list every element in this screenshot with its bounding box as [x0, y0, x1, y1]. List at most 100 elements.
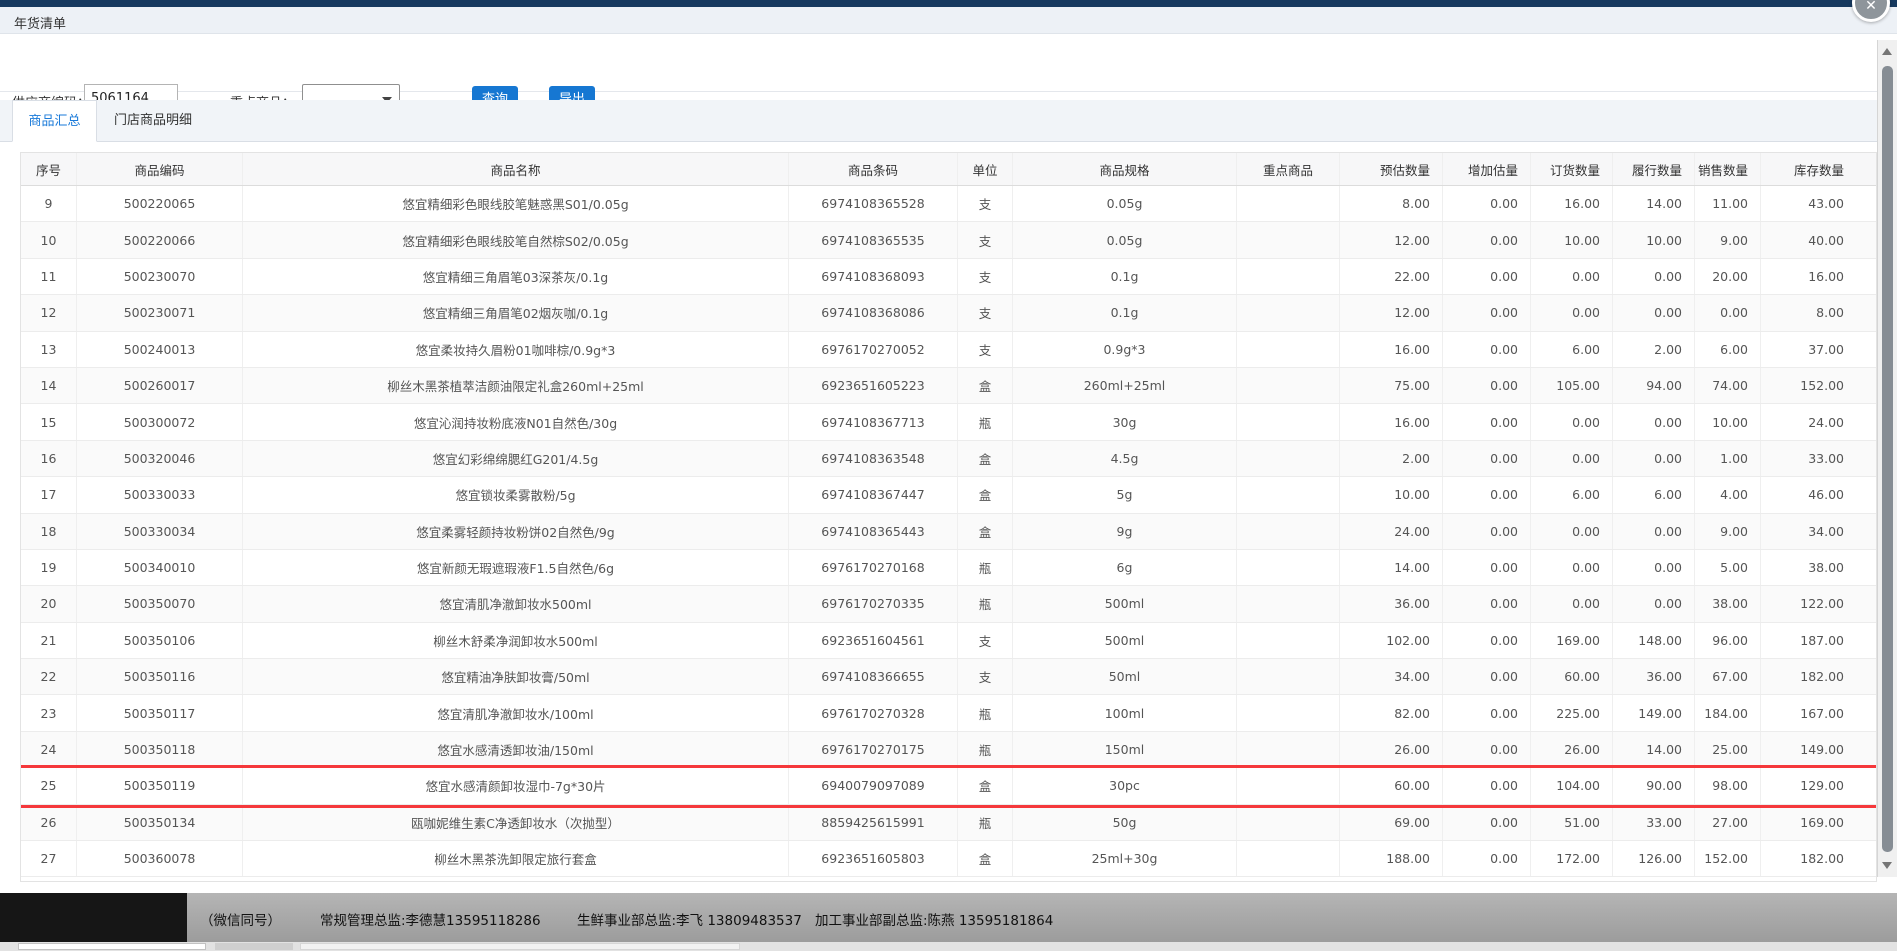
table-cell: 82.00: [1340, 695, 1443, 730]
table-cell: 0.00: [1613, 550, 1695, 585]
vertical-scrollbar[interactable]: [1877, 40, 1897, 877]
table-cell: 悠宜精细彩色眼线胶笔自然棕S02/0.05g: [243, 222, 789, 257]
footer-contact-bar: （微信同号） 常规管理总监:李德慧13595118286 生鲜事业部总监:李飞 …: [187, 893, 1897, 942]
table-header-row: 序号商品编码商品名称商品条码单位商品规格重点商品预估数量增加估量订货数量履行数量…: [21, 153, 1876, 186]
table-cell: 5.00: [1695, 550, 1761, 585]
tab-product-summary[interactable]: 商品汇总: [12, 100, 97, 142]
table-cell: 60.00: [1340, 768, 1443, 803]
table-cell: 0.00: [1613, 514, 1695, 549]
table-cell: 14.00: [1613, 732, 1695, 767]
table-cell: [1237, 222, 1340, 257]
table-cell: [1237, 623, 1340, 658]
table-cell: 260ml+25ml: [1013, 368, 1237, 403]
table-cell: 24: [21, 732, 77, 767]
table-cell: 6974108368086: [789, 295, 958, 330]
table-cell: 14.00: [1613, 186, 1695, 221]
table-row[interactable]: 21500350106柳丝木舒柔净润卸妆水500ml6923651604561支…: [21, 623, 1876, 659]
table-cell: [1237, 659, 1340, 694]
table-row[interactable]: 11500230070悠宜精细三角眉笔03深茶灰/0.1g69741083680…: [21, 259, 1876, 295]
table-cell: 盒: [958, 841, 1013, 876]
table-row[interactable]: 23500350117悠宜清肌净澈卸妆水/100ml6976170270328瓶…: [21, 695, 1876, 731]
table-row[interactable]: 16500320046悠宜幻彩绵绵腮红G201/4.5g697410836354…: [21, 441, 1876, 477]
table-cell: 0.00: [1443, 404, 1531, 439]
table-cell: 122.00: [1761, 586, 1876, 621]
table-cell: 0.00: [1443, 805, 1531, 840]
table-cell: 9: [21, 186, 77, 221]
table-cell: 10.00: [1531, 222, 1613, 257]
scroll-up-icon[interactable]: [1882, 48, 1892, 55]
table-cell: 75.00: [1340, 368, 1443, 403]
table-row-highlighted[interactable]: 25500350119悠宜水感清颜卸妆湿巾-7g*30片694007909708…: [21, 768, 1876, 804]
table-cell: 支: [958, 259, 1013, 294]
table-cell: 8.00: [1340, 186, 1443, 221]
table-row[interactable]: 26500350134瓯咖妮维生素C净透卸妆水（次抛型）885942561599…: [21, 805, 1876, 841]
table-row[interactable]: 27500360078柳丝木黑茶洗卸限定旅行套盒6923651605803盒25…: [21, 841, 1876, 877]
scroll-down-icon[interactable]: [1882, 862, 1892, 869]
table-cell: 104.00: [1531, 768, 1613, 803]
table-cell: 17: [21, 477, 77, 512]
table-row[interactable]: 18500330034悠宜柔雾轻颜持妆粉饼02自然色/9g69741083654…: [21, 514, 1876, 550]
table-cell: 悠宜精细三角眉笔02烟灰咖/0.1g: [243, 295, 789, 330]
table-cell: 225.00: [1531, 695, 1613, 730]
table-cell: 盒: [958, 441, 1013, 476]
table-cell: [1237, 550, 1340, 585]
table-cell: 0.00: [1443, 659, 1531, 694]
table-cell: 0.00: [1443, 550, 1531, 585]
table-cell: 16.00: [1531, 186, 1613, 221]
table-cell: 0.00: [1531, 295, 1613, 330]
table-cell: 37.00: [1761, 332, 1876, 367]
table-cell: 25.00: [1695, 732, 1761, 767]
table-cell: 169.00: [1761, 805, 1876, 840]
table-cell: 14.00: [1340, 550, 1443, 585]
table-cell: 25ml+30g: [1013, 841, 1237, 876]
table-cell: 129.00: [1761, 768, 1876, 803]
table-cell: 23: [21, 695, 77, 730]
table-row[interactable]: 17500330033悠宜锁妆柔雾散粉/5g6974108367447盒5g10…: [21, 477, 1876, 513]
table-cell: 500ml: [1013, 623, 1237, 658]
table-cell: 188.00: [1340, 841, 1443, 876]
table-cell: 6976170270052: [789, 332, 958, 367]
table-cell: [1237, 514, 1340, 549]
table-cell: 0.00: [1613, 259, 1695, 294]
table-cell: 支: [958, 659, 1013, 694]
table-row[interactable]: 9500220065悠宜精细彩色眼线胶笔魅惑黑S01/0.05g69741083…: [21, 186, 1876, 222]
scrollbar-thumb[interactable]: [1882, 66, 1893, 852]
table-row[interactable]: 24500350118悠宜水感清透卸妆油/150ml6976170270175瓶…: [21, 732, 1876, 768]
table-row[interactable]: 12500230071悠宜精细三角眉笔02烟灰咖/0.1g69741083680…: [21, 295, 1876, 331]
table-cell: 0.00: [1531, 259, 1613, 294]
table-cell: 67.00: [1695, 659, 1761, 694]
footer-contact-fresh-director: 生鲜事业部总监:李飞 13809483537: [577, 909, 802, 929]
tab-store-product-detail[interactable]: 门店商品明细: [97, 100, 209, 142]
table-row[interactable]: 10500220066悠宜精细彩色眼线胶笔自然棕S02/0.05g6974108…: [21, 222, 1876, 258]
table-cell: 5g: [1013, 477, 1237, 512]
table-cell: [1237, 441, 1340, 476]
table-cell: 0.00: [1531, 550, 1613, 585]
table-cell: 0.9g*3: [1013, 332, 1237, 367]
table-cell: 16: [21, 441, 77, 476]
table-cell: 26.00: [1531, 732, 1613, 767]
table-cell: 6g: [1013, 550, 1237, 585]
table-cell: 6.00: [1531, 477, 1613, 512]
table-row[interactable]: 20500350070悠宜清肌净澈卸妆水500ml6976170270335瓶5…: [21, 586, 1876, 622]
table-cell: 74.00: [1695, 368, 1761, 403]
table-row[interactable]: 22500350116悠宜精油净肤卸妆膏/50ml6974108366655支5…: [21, 659, 1876, 695]
table-cell: 34.00: [1761, 514, 1876, 549]
table-cell: 16.00: [1340, 404, 1443, 439]
table-row[interactable]: 15500300072悠宜沁润持妆粉底液N01自然色/30g6974108367…: [21, 404, 1876, 440]
table-cell: 30g: [1013, 404, 1237, 439]
table-cell: 9.00: [1695, 222, 1761, 257]
close-icon: ✕: [1865, 0, 1877, 14]
table-cell: 12: [21, 295, 77, 330]
table-cell: 100ml: [1013, 695, 1237, 730]
table-row[interactable]: 13500240013悠宜柔妆持久眉粉01咖啡棕/0.9g*3697617027…: [21, 332, 1876, 368]
table-row[interactable]: 19500340010悠宜新颜无瑕遮瑕液F1.5自然色/6g6976170270…: [21, 550, 1876, 586]
table-cell: 22.00: [1340, 259, 1443, 294]
table-row[interactable]: 14500260017柳丝木黑茶植萃洁颜油限定礼盒260ml+25ml69236…: [21, 368, 1876, 404]
table-cell: 182.00: [1761, 841, 1876, 876]
table-cell: 6940079097089: [789, 768, 958, 803]
table-cell: 2.00: [1613, 332, 1695, 367]
table-cell: 500350134: [77, 805, 243, 840]
table-cell: 102.00: [1340, 623, 1443, 658]
table-cell: 悠宜清肌净澈卸妆水500ml: [243, 586, 789, 621]
table-cell: 6.00: [1531, 332, 1613, 367]
